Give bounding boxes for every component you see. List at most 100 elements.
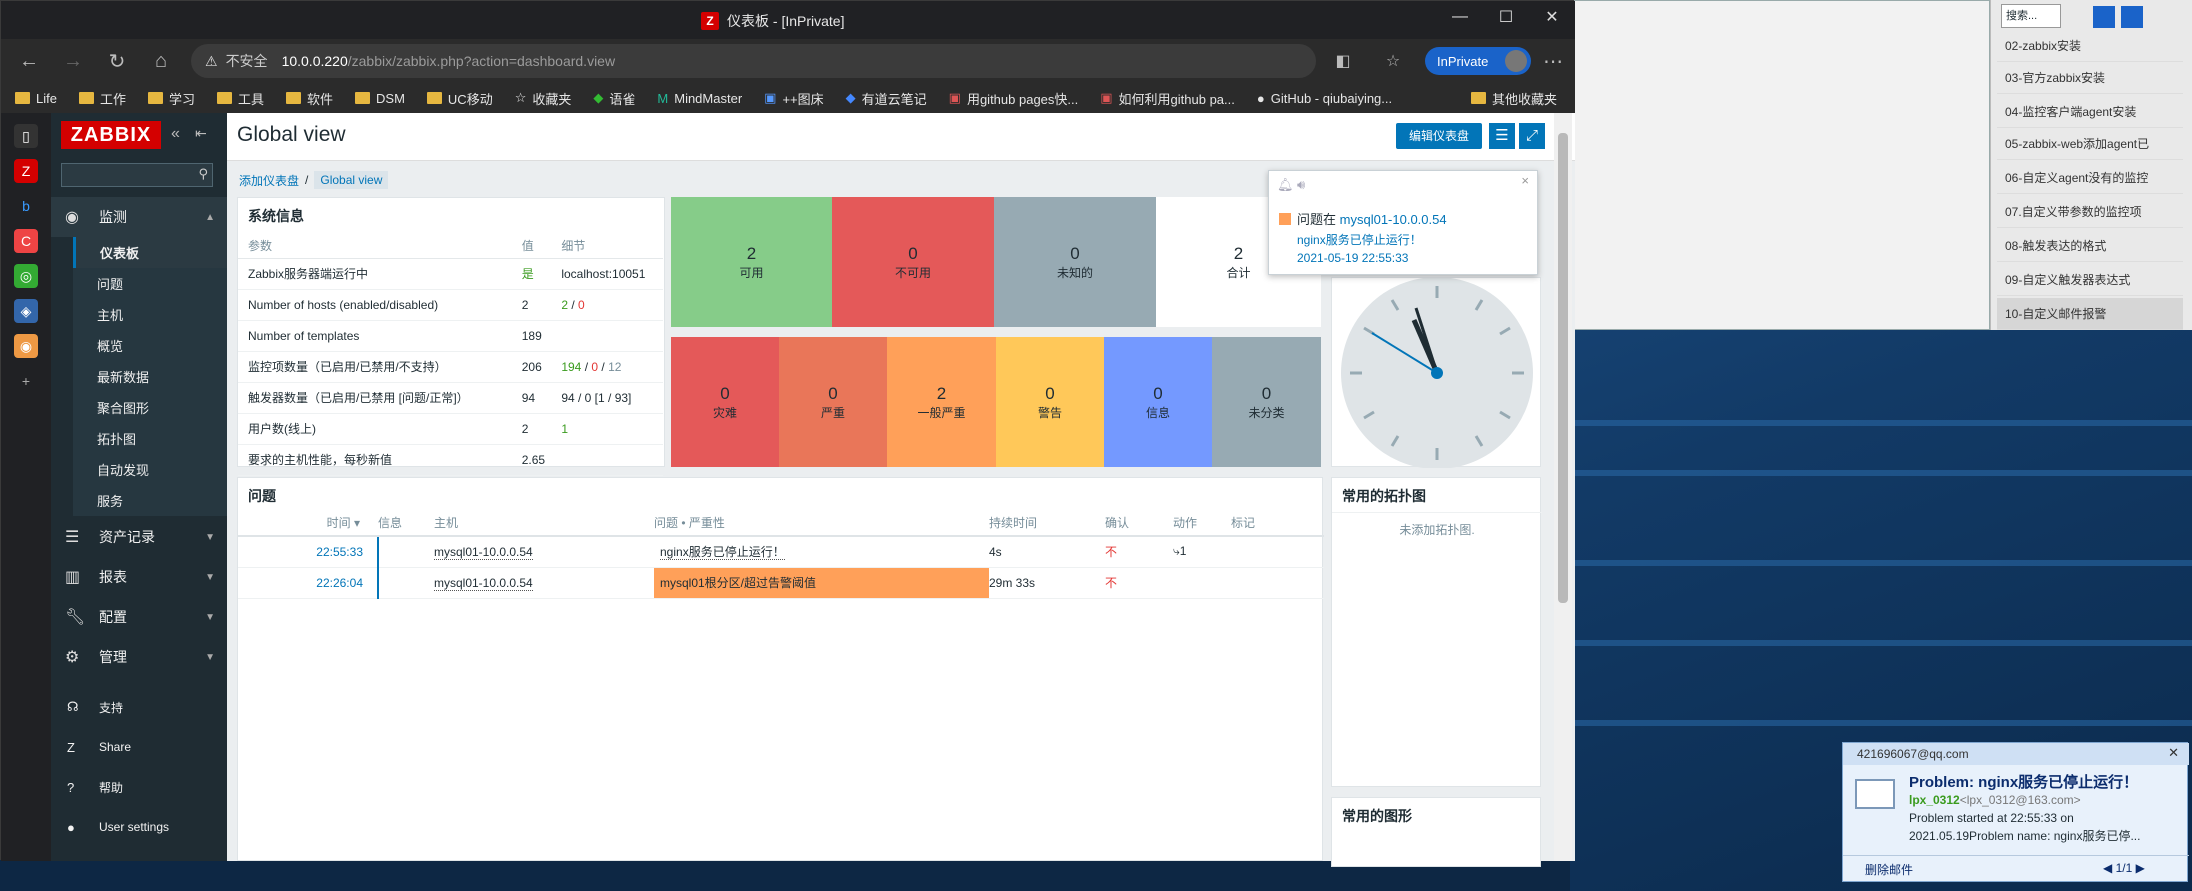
email-toast[interactable]: 421696067@qq.com ✕ Problem: nginx服务已停止运行… (1842, 742, 2189, 882)
menu-configuration[interactable]: 🔧︎ 配置 ▼ (51, 597, 227, 637)
outline-item[interactable]: 06-自定义agent没有的监控 (1997, 162, 2183, 194)
bookmark-item[interactable]: ◆ 有道云笔记 (846, 89, 927, 108)
col-header[interactable]: 时间 ▾ (238, 510, 378, 537)
submenu-discovery[interactable]: 自动发现 (73, 454, 227, 485)
severity-tile[interactable]: 0 严重 (779, 337, 887, 467)
next-icon[interactable]: ▶ (2136, 861, 2145, 875)
scrollbar-thumb[interactable] (1558, 133, 1568, 603)
popup-time[interactable]: 2021-05-19 22:55:33 (1297, 251, 1408, 265)
bookmark-item[interactable]: ◆ 语雀 (593, 89, 635, 108)
bookmark-item[interactable]: 工作 (78, 89, 126, 108)
submenu-services[interactable]: 服务 (73, 485, 227, 516)
bell-icon[interactable]: 🔔︎ (1277, 177, 1294, 193)
submenu-problems[interactable]: 问题 (73, 268, 227, 299)
outline-item[interactable]: 05-zabbix-web添加agent已 (1997, 128, 2183, 160)
bookmark-item[interactable]: ☆ 收藏夹 (515, 89, 572, 108)
problem-host[interactable]: mysql01-10.0.0.54 (434, 575, 533, 591)
minimize-button[interactable]: — (1437, 1, 1483, 33)
close-icon[interactable]: × (1521, 173, 1529, 188)
outline-item[interactable]: 04-监控客户端agent安装 (1997, 96, 2183, 128)
breadcrumb-current[interactable]: Global view (314, 171, 389, 189)
actions-icon[interactable]: ⤷1 (1173, 536, 1231, 568)
outline-search[interactable]: 搜索... (2001, 4, 2061, 28)
popup-host[interactable]: mysql01-10.0.0.54 (1340, 212, 1447, 227)
add-icon[interactable]: + (14, 369, 38, 393)
problem-name[interactable]: nginx服务已停止运行！ (660, 545, 785, 561)
outline-item[interactable]: 02-zabbix安装 (1997, 30, 2183, 62)
home-button[interactable]: ⌂ (139, 39, 183, 83)
bookmark-item[interactable]: DSM (355, 91, 405, 106)
bookmark-item[interactable]: ▣ 如何利用github pa... (1100, 89, 1235, 108)
forward-button[interactable]: → (51, 39, 95, 83)
sound-icon[interactable]: 🔊︎ (1297, 177, 1305, 193)
checkbox-icon[interactable] (2093, 6, 2115, 28)
severity-tile[interactable]: 0 信息 (1104, 337, 1212, 467)
problem-host[interactable]: mysql01-10.0.0.54 (434, 544, 533, 560)
support-link[interactable]: ☊ 支持 (51, 687, 227, 727)
submenu-screens[interactable]: 聚合图形 (73, 392, 227, 423)
submenu-latest-data[interactable]: 最新数据 (73, 361, 227, 392)
app-icon[interactable]: ◈ (14, 299, 38, 323)
back-button[interactable]: ← (7, 39, 51, 83)
bookmark-item[interactable]: ● GitHub - qiubaiying... (1257, 91, 1392, 106)
page-scrollbar[interactable] (1554, 113, 1572, 861)
app-icon[interactable]: ◎ (14, 264, 38, 288)
popup-message[interactable]: nginx服务已停止运行！ (1297, 231, 1422, 248)
availability-tile[interactable]: 0 不可用 (832, 197, 994, 327)
menu-inventory[interactable]: ☰ 资产记录 ▼ (51, 517, 227, 557)
maximize-button[interactable]: ☐ (1483, 1, 1529, 33)
bookmark-item[interactable]: 学习 (147, 89, 195, 108)
menu-administration[interactable]: ⚙ 管理 ▼ (51, 637, 227, 677)
severity-tile[interactable]: 2 一般严重 (887, 337, 996, 467)
availability-tile[interactable]: 0 未知的 (994, 197, 1156, 327)
bookmark-item[interactable]: M MindMaster (657, 91, 742, 106)
problem-ack[interactable]: 不 (1105, 567, 1173, 599)
inprivate-badge[interactable]: InPrivate (1425, 47, 1531, 75)
chrome-icon[interactable]: ◉ (14, 334, 38, 358)
severity-tile[interactable]: 0 警告 (996, 337, 1104, 467)
menu-icon[interactable]: ☰ (1489, 123, 1515, 149)
severity-tile[interactable]: 0 灾难 (671, 337, 779, 467)
help-link[interactable]: ? 帮助 (51, 767, 227, 807)
bookmark-item[interactable]: Life (15, 91, 57, 106)
collapse-icon[interactable]: « (171, 125, 180, 143)
bookmark-folder-other[interactable]: 其他收藏夹 (1471, 89, 1557, 108)
background-window[interactable] (1570, 0, 1990, 330)
bookmark-item[interactable]: ▣ ++图床 (764, 89, 823, 108)
bookmark-item[interactable]: UC移动 (426, 89, 493, 108)
availability-tile[interactable]: 2 可用 (671, 197, 832, 327)
problem-time[interactable]: 22:26:04 (238, 567, 379, 599)
url-field[interactable]: ⚠ 不安全 10.0.0.220 /zabbix/zabbix.php?acti… (191, 44, 1316, 78)
zabbix-tab-icon[interactable]: Z (14, 159, 38, 183)
extension-icon[interactable]: ◧ (1321, 39, 1365, 83)
favorites-icon[interactable]: ☆ (1371, 39, 1415, 83)
notes-icon[interactable] (2121, 6, 2143, 28)
outline-item[interactable]: 03-官方zabbix安装 (1997, 62, 2183, 94)
user-settings-link[interactable]: ● User settings (51, 807, 227, 847)
edit-dashboard-button[interactable]: 编辑仪表盘 (1396, 123, 1482, 149)
breadcrumb-root[interactable]: 添加仪表盘 (239, 172, 299, 189)
outline-item[interactable]: 07.自定义带参数的监控项 (1997, 196, 2183, 228)
bookmark-item[interactable]: ▣ 用github pages快... (949, 89, 1079, 108)
problem-name[interactable]: mysql01根分区/超过告警阈值 (660, 576, 816, 590)
app-icon[interactable]: C (14, 229, 38, 253)
outline-item[interactable]: 09-自定义触发器表达式 (1997, 264, 2183, 296)
submenu-dashboard[interactable]: 仪表板 (73, 237, 227, 268)
submenu-hosts[interactable]: 主机 (73, 299, 227, 330)
submenu-maps[interactable]: 拓扑图 (73, 423, 227, 454)
share-link[interactable]: Z Share (51, 727, 227, 767)
bookmark-item[interactable]: 工具 (217, 89, 264, 108)
outline-item[interactable]: 08-触发表达的格式 (1997, 230, 2183, 262)
kiosk-icon[interactable]: ⇤ (195, 125, 207, 142)
tabs-icon[interactable]: ▯ (14, 124, 38, 148)
fullscreen-icon[interactable]: ⤢ (1519, 123, 1545, 149)
search-input[interactable]: ⚲ (61, 163, 213, 187)
delete-mail-button[interactable]: 删除邮件 (1865, 861, 1913, 878)
notes-outline-panel[interactable]: 搜索... 02-zabbix安装 03-官方zabbix安装 04-监控客户端… (1990, 0, 2192, 330)
close-icon[interactable]: ✕ (2168, 745, 2179, 761)
outline-item-active[interactable]: 10-自定义邮件报警 (1997, 298, 2183, 330)
submenu-overview[interactable]: 概览 (73, 330, 227, 361)
more-menu-icon[interactable]: ⋯ (1531, 39, 1575, 83)
refresh-button[interactable]: ↻ (95, 39, 139, 83)
problem-time[interactable]: 22:55:33 (238, 536, 379, 568)
